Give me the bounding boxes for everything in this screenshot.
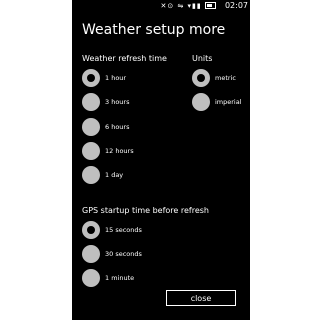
radio-unselected-icon bbox=[82, 142, 100, 160]
radio-unselected-icon bbox=[82, 118, 100, 136]
radio-label: metric bbox=[215, 74, 236, 82]
radio-label: 6 hours bbox=[105, 123, 130, 131]
radio-gps-1-minute[interactable]: 1 minute bbox=[82, 269, 134, 287]
radio-refresh-6-hours[interactable]: 6 hours bbox=[82, 118, 129, 136]
radio-label: 1 minute bbox=[105, 274, 135, 282]
radio-label: 1 day bbox=[105, 171, 124, 179]
radio-label: 3 hours bbox=[105, 98, 130, 106]
clock: 02:07 bbox=[224, 1, 248, 10]
radio-label: 30 seconds bbox=[105, 250, 142, 258]
radio-units-metric[interactable]: metric bbox=[192, 69, 236, 87]
radio-unselected-icon bbox=[82, 93, 100, 111]
radio-selected-icon bbox=[192, 69, 210, 87]
radio-refresh-3-hours[interactable]: 3 hours bbox=[82, 93, 129, 111]
radio-unselected-icon bbox=[192, 93, 210, 111]
phone-screen: ✕⊙ ⇋ ▾▮▮ 02:07 Weather setup more Weathe… bbox=[72, 0, 250, 320]
radio-gps-15-seconds[interactable]: 15 seconds bbox=[82, 221, 142, 239]
radio-unselected-icon bbox=[82, 166, 100, 184]
status-icons-text: ✕⊙ ⇋ ▾▮▮ bbox=[160, 2, 202, 10]
radio-refresh-1-hour[interactable]: 1 hour bbox=[82, 69, 126, 87]
units-label: Units bbox=[192, 54, 213, 63]
radio-label: imperial bbox=[215, 98, 242, 106]
radio-units-imperial[interactable]: imperial bbox=[192, 93, 242, 111]
radio-gps-30-seconds[interactable]: 30 seconds bbox=[82, 245, 142, 263]
radio-refresh-12-hours[interactable]: 12 hours bbox=[82, 142, 134, 160]
radio-unselected-icon bbox=[82, 245, 100, 263]
radio-label: 15 seconds bbox=[105, 226, 142, 234]
radio-selected-icon bbox=[82, 221, 100, 239]
radio-selected-icon bbox=[82, 69, 100, 87]
radio-unselected-icon bbox=[82, 269, 100, 287]
radio-label: 1 hour bbox=[105, 74, 127, 82]
close-button[interactable]: close bbox=[166, 290, 236, 306]
status-bar: ✕⊙ ⇋ ▾▮▮ 02:07 bbox=[72, 0, 250, 12]
radio-refresh-1-day[interactable]: 1 day bbox=[82, 166, 123, 184]
battery-icon bbox=[205, 1, 216, 9]
page-title: Weather setup more bbox=[82, 22, 226, 38]
radio-label: 12 hours bbox=[105, 147, 134, 155]
status-icons: ✕⊙ ⇋ ▾▮▮ bbox=[160, 1, 216, 10]
refresh-time-label: Weather refresh time bbox=[82, 54, 167, 63]
gps-startup-label: GPS startup time before refresh bbox=[82, 206, 209, 215]
